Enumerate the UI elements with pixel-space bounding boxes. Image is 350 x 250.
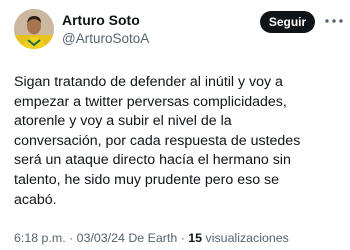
- tweet-source: De Earth: [128, 231, 178, 245]
- avatar[interactable]: [14, 9, 54, 49]
- tweet-text: Sigan tratando de defender al inútil y v…: [14, 73, 336, 210]
- tweet-text-line: acabó.: [14, 191, 57, 208]
- tweet-meta: 6:18 p.m. · 03/03/24 De Earth · 15 visua…: [14, 230, 289, 246]
- author-handle[interactable]: @ArturoSotoA: [62, 30, 149, 47]
- avatar-image: [14, 9, 54, 49]
- tweet-date[interactable]: 03/03/24: [77, 231, 125, 245]
- ellipsis-icon[interactable]: [323, 10, 345, 32]
- tweet-card: Arturo Soto @ArturoSotoA Seguir Sigan tr…: [0, 0, 350, 250]
- views-count: 15: [188, 231, 203, 245]
- tweet-text-line: Sigan tratando de defender al inútil y v…: [14, 74, 283, 90]
- tweet-text-line: conversación, por cada respuesta de uste…: [14, 132, 301, 149]
- tweet-text-line: empezar a twitter perversas complicidade…: [14, 93, 287, 110]
- meta-separator: ·: [177, 231, 189, 245]
- tweet-time[interactable]: 6:18 p.m.: [14, 231, 66, 245]
- follow-button[interactable]: Seguir: [260, 11, 315, 33]
- author-display-name[interactable]: Arturo Soto: [62, 12, 149, 29]
- tweet-text-line: talento, he sido muy prudente pero eso s…: [14, 171, 280, 188]
- tweet-text-line: atorenle y voy a subir el nivel de la: [14, 113, 232, 130]
- tweet-text-line: será un ataque directo hacía el hermano …: [14, 152, 291, 169]
- views-label: visualizaciones: [205, 231, 289, 245]
- meta-separator: ·: [65, 231, 77, 245]
- author-block: Arturo Soto @ArturoSotoA: [62, 12, 149, 47]
